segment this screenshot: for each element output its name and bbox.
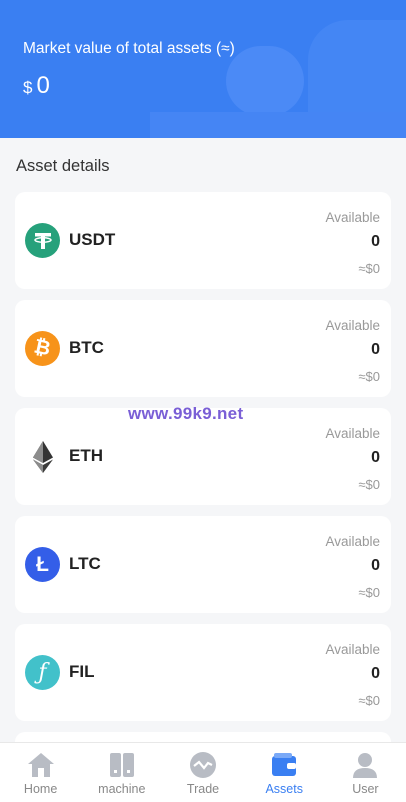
available-value: 0 — [371, 665, 380, 682]
section-title: Asset details — [16, 157, 110, 175]
bottom-tab-bar: Home machine Trade Assets User — [0, 742, 406, 802]
usdt-icon — [25, 223, 60, 258]
total-assets-value: $0 — [23, 72, 50, 100]
approx-value: ≈$0 — [358, 693, 380, 708]
approx-value: ≈$0 — [358, 261, 380, 276]
btc-icon: ₿ — [25, 331, 60, 366]
tab-home[interactable]: Home — [0, 743, 81, 802]
tab-label: machine — [98, 782, 146, 796]
total-amount: 0 — [36, 72, 50, 99]
available-label: Available — [325, 426, 380, 441]
header-decoration — [226, 46, 304, 116]
coin-name: LTC — [69, 554, 101, 573]
user-icon — [353, 753, 378, 778]
tab-assets[interactable]: Assets — [244, 743, 325, 802]
header-decoration — [150, 112, 406, 138]
currency-symbol: $ — [23, 78, 33, 97]
asset-card-fil[interactable]: ƒ FIL Available 0 ≈$0 — [15, 624, 391, 721]
wallet-icon — [272, 753, 297, 776]
tab-trade[interactable]: Trade — [162, 743, 243, 802]
approx-value: ≈$0 — [358, 585, 380, 600]
home-icon — [27, 753, 54, 777]
available-label: Available — [325, 210, 380, 225]
asset-card-btc[interactable]: ₿ BTC Available 0 ≈$0 — [15, 300, 391, 397]
fil-icon: ƒ — [25, 655, 60, 690]
tab-user[interactable]: User — [325, 743, 406, 802]
coin-name: ETH — [69, 446, 103, 465]
coin-name: USDT — [69, 230, 116, 249]
asset-card-ltc[interactable]: Ł LTC Available 0 ≈$0 — [15, 516, 391, 613]
asset-list: USDT Available 0 ≈$0 ₿ BTC Available 0 ≈… — [15, 192, 391, 802]
trade-icon — [190, 752, 216, 778]
asset-card-usdt[interactable]: USDT Available 0 ≈$0 — [15, 192, 391, 289]
available-value: 0 — [371, 557, 380, 574]
eth-icon — [25, 439, 60, 474]
total-assets-title: Market value of total assets (≈) — [23, 40, 235, 57]
available-label: Available — [325, 534, 380, 549]
tab-label: Assets — [265, 782, 303, 796]
tab-label: Trade — [186, 782, 220, 796]
available-value: 0 — [371, 233, 380, 250]
tab-label: Home — [23, 782, 58, 796]
tab-label: User — [352, 782, 379, 796]
machine-icon — [109, 753, 134, 777]
available-value: 0 — [371, 449, 380, 466]
ltc-icon: Ł — [25, 547, 60, 582]
available-label: Available — [325, 318, 380, 333]
available-value: 0 — [371, 341, 380, 358]
coin-name: BTC — [69, 338, 104, 357]
watermark-text: www.99k9.net — [128, 404, 244, 423]
available-label: Available — [325, 642, 380, 657]
tab-machine[interactable]: machine — [81, 743, 162, 802]
assets-header: Market value of total assets (≈) $0 — [0, 0, 406, 138]
approx-value: ≈$0 — [358, 477, 380, 492]
approx-value: ≈$0 — [358, 369, 380, 384]
coin-name: FIL — [69, 662, 95, 681]
